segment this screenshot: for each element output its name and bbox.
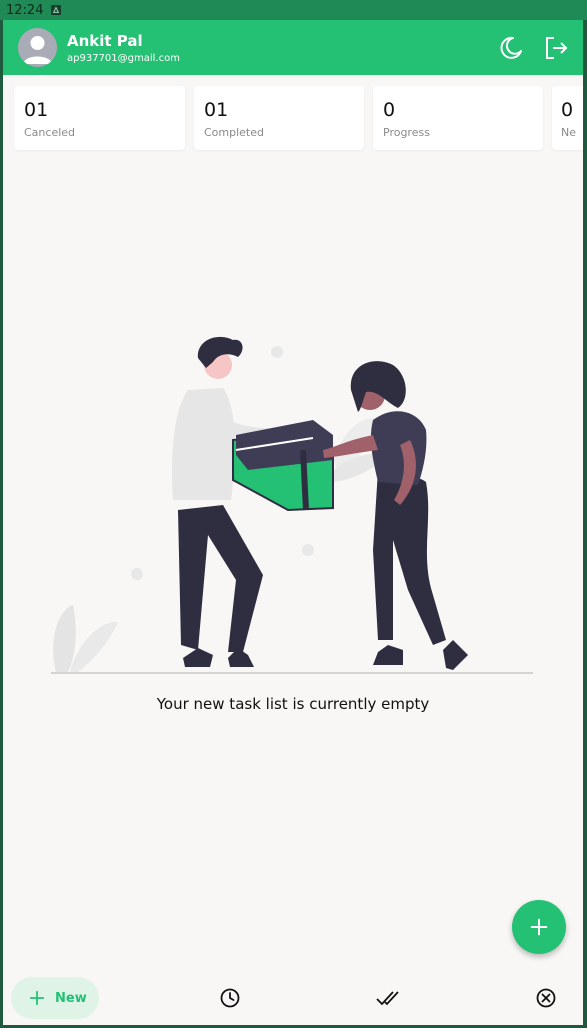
empty-state-illustration <box>51 336 533 674</box>
app-screen: Ankit Pal ap937701@gmail.com 01 Canceled… <box>3 20 583 1025</box>
plus-icon <box>29 990 45 1006</box>
double-check-icon[interactable] <box>376 987 399 1009</box>
app-header: Ankit Pal ap937701@gmail.com <box>3 20 583 75</box>
status-bar: 12:24 <box>0 0 587 20</box>
nav-new-label: New <box>55 990 87 1006</box>
stat-card-completed[interactable]: 01 Completed <box>194 86 364 150</box>
stat-card-progress[interactable]: 0 Progress <box>373 86 543 150</box>
stat-card-canceled[interactable]: 01 Canceled <box>14 86 185 150</box>
clock-icon[interactable] <box>219 987 241 1009</box>
stat-label: Completed <box>204 126 264 139</box>
add-task-button[interactable] <box>512 900 566 954</box>
stat-card-new[interactable]: 0 Ne <box>552 86 583 150</box>
stat-count: 0 <box>383 99 396 121</box>
stat-label: Ne <box>561 126 576 139</box>
status-time: 12:24 <box>6 2 44 18</box>
logout-icon[interactable] <box>543 35 569 61</box>
stat-label: Canceled <box>24 126 76 139</box>
moon-icon[interactable] <box>498 35 524 61</box>
avatar[interactable] <box>18 28 57 67</box>
user-email: ap937701@gmail.com <box>67 53 180 64</box>
empty-state-message: Your new task list is currently empty <box>156 695 430 713</box>
user-name: Ankit Pal <box>67 32 143 50</box>
plus-icon <box>530 918 548 936</box>
stat-label: Progress <box>383 126 430 139</box>
notification-icon <box>51 5 62 15</box>
stat-count: 0 <box>561 99 574 121</box>
nav-new-button[interactable]: New <box>11 977 99 1019</box>
bottom-navigation: New <box>3 970 583 1025</box>
cancel-circle-icon[interactable] <box>535 987 557 1009</box>
stat-count: 01 <box>24 99 49 121</box>
stat-count: 01 <box>204 99 229 121</box>
